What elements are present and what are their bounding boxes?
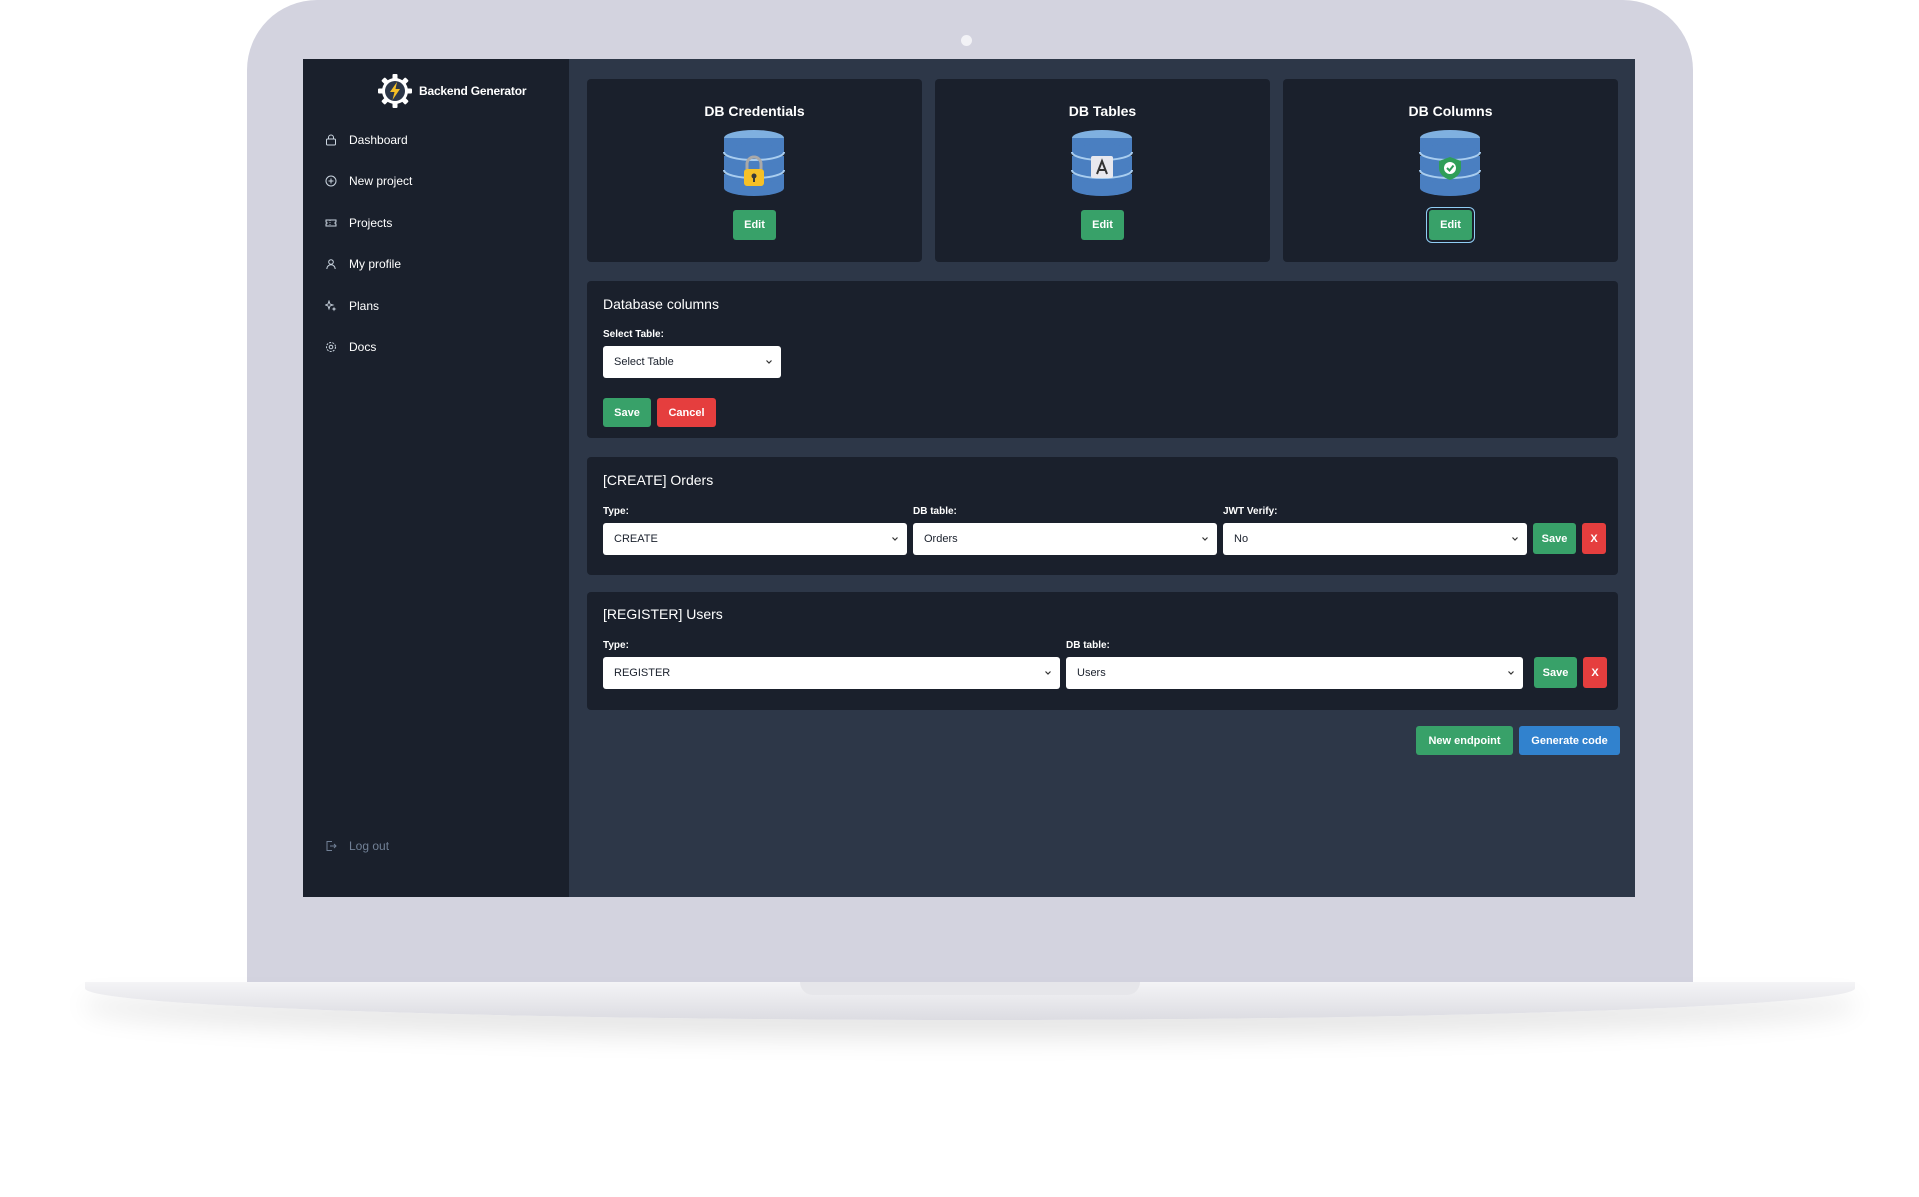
sidebar-item-new-project[interactable]: New project xyxy=(325,161,555,203)
edit-credentials-button[interactable]: Edit xyxy=(733,210,776,240)
select-table-label: Select Table: xyxy=(603,329,664,340)
save-button[interactable]: Save xyxy=(603,398,651,427)
sidebar-item-my-profile[interactable]: My profile xyxy=(325,244,555,286)
select-table-dropdown[interactable]: Select Table xyxy=(603,346,781,378)
db-table-label: DB table: xyxy=(913,506,957,517)
db-table-label: DB table: xyxy=(1066,640,1110,651)
chevron-down-icon xyxy=(892,537,898,541)
db-credentials-card: DB Credentials Edit xyxy=(587,79,922,262)
laptop-notch xyxy=(800,982,1140,995)
select-value: No xyxy=(1234,533,1249,545)
db-columns-card: DB Columns Edit xyxy=(1283,79,1618,262)
select-value: Orders xyxy=(924,533,958,545)
brand[interactable]: Backend Generator xyxy=(377,73,527,109)
card-title: DB Credentials xyxy=(704,103,805,119)
sidebar-item-label: My profile xyxy=(349,257,402,272)
type-label: Type: xyxy=(603,640,629,651)
user-icon xyxy=(326,259,336,270)
cancel-button[interactable]: Cancel xyxy=(657,398,716,427)
lock-icon xyxy=(326,134,336,146)
logout-button[interactable]: Log out xyxy=(325,839,389,853)
select-value: Select Table xyxy=(614,356,674,368)
sidebar-nav: Dashboard New project Projects My profil… xyxy=(325,119,555,368)
card-title: DB Tables xyxy=(1068,103,1137,119)
logout-icon xyxy=(326,841,337,851)
chevron-down-icon xyxy=(1045,671,1051,675)
save-endpoint-button[interactable]: Save xyxy=(1533,523,1576,554)
select-value: CREATE xyxy=(614,533,658,545)
sidebar-item-label: New project xyxy=(349,174,413,189)
sidebar-item-label: Dashboard xyxy=(349,132,408,147)
db-tables-card: DB Tables Edit xyxy=(935,79,1270,262)
type-select[interactable]: CREATE xyxy=(603,523,907,555)
delete-endpoint-button[interactable]: X xyxy=(1583,657,1607,688)
database-lock-icon xyxy=(723,130,785,196)
card-title: DB Columns xyxy=(1408,103,1493,119)
chevron-down-icon xyxy=(1512,537,1518,541)
section-title: Database columns xyxy=(603,296,719,312)
edit-tables-button[interactable]: Edit xyxy=(1081,210,1124,240)
sidebar-item-label: Plans xyxy=(349,298,380,313)
sidebar-item-label: Docs xyxy=(349,340,377,355)
database-check-icon xyxy=(1419,130,1481,196)
plus-circle-icon xyxy=(325,175,337,187)
laptop-camera xyxy=(961,35,972,46)
sidebar-item-projects[interactable]: Projects xyxy=(325,202,555,244)
sidebar-item-plans[interactable]: Plans xyxy=(325,285,555,327)
ticket-icon xyxy=(325,219,337,227)
chevron-down-icon xyxy=(1508,671,1514,675)
db-table-select[interactable]: Orders xyxy=(913,523,1217,555)
sidebar-item-dashboard[interactable]: Dashboard xyxy=(325,119,555,161)
sidebar: Backend Generator Dashboard New project xyxy=(303,59,569,897)
jwt-verify-select[interactable]: No xyxy=(1223,523,1527,555)
endpoint-title: [REGISTER] Users xyxy=(603,606,723,622)
select-value: REGISTER xyxy=(614,667,671,679)
type-select[interactable]: REGISTER xyxy=(603,657,1060,689)
jwt-verify-label: JWT Verify: xyxy=(1223,506,1278,517)
edit-columns-button[interactable]: Edit xyxy=(1429,210,1472,240)
sparkles-icon xyxy=(325,299,337,312)
endpoint-title: [CREATE] Orders xyxy=(603,472,714,488)
generate-code-button[interactable]: Generate code xyxy=(1519,726,1620,755)
database-table-icon xyxy=(1071,130,1133,196)
app-screen: Backend Generator Dashboard New project xyxy=(303,59,1635,897)
gear-lightning-logo-icon xyxy=(378,74,412,108)
endpoint-card: [REGISTER] Users Type: REGISTER DB table… xyxy=(587,592,1618,710)
sidebar-item-docs[interactable]: Docs xyxy=(325,327,555,369)
gear-icon xyxy=(326,342,336,353)
db-table-select[interactable]: Users xyxy=(1066,657,1523,689)
database-columns-panel: Database columns Select Table: Select Ta… xyxy=(587,281,1618,438)
sidebar-item-label: Projects xyxy=(349,215,393,230)
logout-label: Log out xyxy=(349,839,390,853)
chevron-down-icon xyxy=(766,360,772,364)
delete-endpoint-button[interactable]: X xyxy=(1582,523,1606,554)
brand-name: Backend Generator xyxy=(419,84,527,98)
type-label: Type: xyxy=(603,506,629,517)
save-endpoint-button[interactable]: Save xyxy=(1534,657,1577,688)
endpoint-card: [CREATE] Orders Type: CREATE DB table: O… xyxy=(587,457,1618,575)
new-endpoint-button[interactable]: New endpoint xyxy=(1416,726,1513,755)
select-value: Users xyxy=(1077,667,1106,679)
chevron-down-icon xyxy=(1202,537,1208,541)
